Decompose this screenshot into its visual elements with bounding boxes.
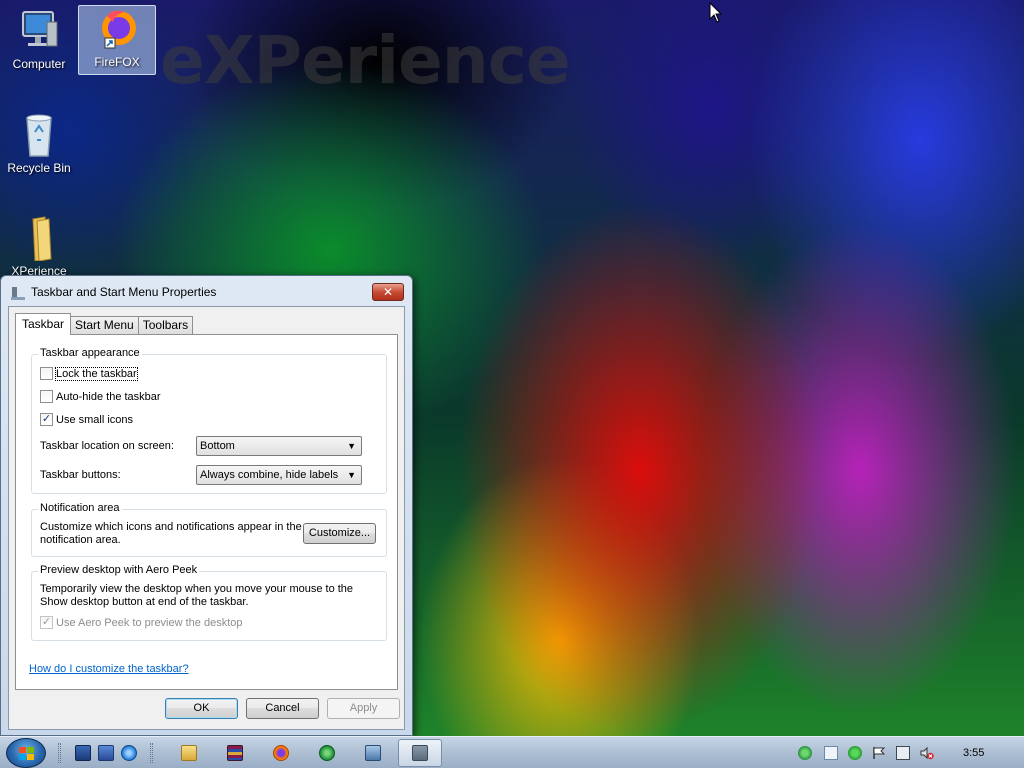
desktop-icon-firefox[interactable]: FireFOX <box>78 5 156 75</box>
desktop-icon-label: FireFOX <box>94 55 140 69</box>
chevron-down-icon: ▼ <box>347 441 356 451</box>
notification-description: Customize which icons and notifications … <box>40 521 302 547</box>
firefox-icon <box>93 6 141 52</box>
taskbar-separator <box>150 743 153 763</box>
checkbox-label: Use small icons <box>56 413 134 426</box>
desktop-icon-recycle-bin[interactable]: Recycle Bin <box>0 112 78 175</box>
action-center-flag-icon[interactable] <box>872 746 886 760</box>
security-icon[interactable] <box>848 746 862 760</box>
autohide-taskbar-checkbox[interactable] <box>40 390 53 403</box>
desktop-icon-folder[interactable]: XPerience <box>0 215 78 278</box>
mouse-cursor-icon <box>709 2 723 23</box>
show-desktop-icon[interactable] <box>75 745 91 761</box>
chevron-down-icon: ▼ <box>347 470 356 480</box>
network-icon[interactable] <box>798 746 812 760</box>
checkbox-label: Auto-hide the taskbar <box>56 390 161 403</box>
taskbar-properties-icon <box>412 745 428 761</box>
small-icons-checkbox[interactable]: ✓ <box>40 413 53 426</box>
network-globe-icon[interactable] <box>319 745 335 761</box>
firefox-icon[interactable] <box>273 745 289 761</box>
network-connection-icon[interactable] <box>896 746 910 760</box>
dialog-client-area: Taskbar Start Menu Toolbars Taskbar appe… <box>8 306 405 730</box>
autohide-taskbar-option[interactable]: Auto-hide the taskbar <box>40 390 161 403</box>
explorer-folder-icon[interactable] <box>181 745 197 761</box>
taskbar-properties-icon <box>11 287 25 300</box>
help-link[interactable]: How do I customize the taskbar? <box>29 663 189 675</box>
aero-peek-option: ✓ Use Aero Peek to preview the desktop <box>40 616 243 629</box>
tab-start-menu[interactable]: Start Menu <box>70 316 139 335</box>
taskbar-separator <box>58 743 61 763</box>
description-line: notification area. <box>40 534 121 546</box>
dialog-titlebar[interactable]: Taskbar and Start Menu Properties ✕ <box>1 276 412 306</box>
taskbar-button-active[interactable] <box>398 739 442 767</box>
cancel-button[interactable]: Cancel <box>246 698 319 719</box>
notepad-icon[interactable] <box>824 746 838 760</box>
close-button[interactable]: ✕ <box>372 283 404 301</box>
desktop-watermark: eXPerience <box>160 22 571 99</box>
aero-peek-checkbox: ✓ <box>40 616 53 629</box>
desktop-icon-label: Computer <box>12 57 66 71</box>
notification-area-group: Notification area Customize which icons … <box>31 502 387 557</box>
winrar-icon[interactable] <box>227 745 243 761</box>
taskbar: 3:55 <box>0 736 1024 768</box>
checkbox-label: Lock the taskbar <box>55 366 138 381</box>
dropdown-value: Bottom <box>200 440 235 452</box>
tab-toolbars[interactable]: Toolbars <box>137 316 194 335</box>
lock-taskbar-option[interactable]: Lock the taskbar <box>40 366 138 381</box>
group-label: Preview desktop with Aero Peek <box>38 564 200 576</box>
lock-taskbar-checkbox[interactable] <box>40 367 53 380</box>
taskbar-buttons-label: Taskbar buttons: <box>40 469 121 481</box>
group-label: Notification area <box>38 502 122 514</box>
windows-logo-icon <box>19 747 34 760</box>
description-line: Temporarily view the desktop when you mo… <box>40 583 354 595</box>
internet-explorer-icon[interactable] <box>121 745 137 761</box>
taskbar-tab-panel: Taskbar appearance Lock the taskbar Auto… <box>15 334 398 690</box>
taskbar-clock[interactable]: 3:55 <box>963 747 984 759</box>
checkbox-label: Use Aero Peek to preview the desktop <box>56 616 243 629</box>
dropdown-value: Always combine, hide labels <box>200 469 339 481</box>
desktop-icon-label: Recycle Bin <box>7 161 71 175</box>
small-icons-option[interactable]: ✓ Use small icons <box>40 413 133 426</box>
start-button[interactable] <box>6 738 46 768</box>
recycle-bin-icon <box>15 112 63 158</box>
description-line: Customize which icons and notifications … <box>40 521 302 533</box>
customize-button[interactable]: Customize... <box>303 523 376 544</box>
apply-button[interactable]: Apply <box>327 698 400 719</box>
taskbar-buttons-dropdown[interactable]: Always combine, hide labels ▼ <box>196 465 362 485</box>
ok-button[interactable]: OK <box>165 698 238 719</box>
folder-icon <box>15 215 63 262</box>
tab-taskbar[interactable]: Taskbar <box>15 313 72 335</box>
desktop-icon-computer[interactable]: Computer <box>0 8 78 71</box>
location-label: Taskbar location on screen: <box>40 440 174 452</box>
volume-muted-icon[interactable] <box>920 746 934 760</box>
location-dropdown[interactable]: Bottom ▼ <box>196 436 362 456</box>
network-tool-icon[interactable] <box>365 745 381 761</box>
description-line: Show desktop button at end of the taskba… <box>40 596 249 608</box>
taskbar-appearance-group: Taskbar appearance Lock the taskbar Auto… <box>31 347 387 494</box>
dialog-title: Taskbar and Start Menu Properties <box>31 285 217 299</box>
group-label: Taskbar appearance <box>38 347 142 359</box>
taskbar-properties-dialog: Taskbar and Start Menu Properties ✕ Task… <box>0 275 413 736</box>
tab-strip: Taskbar Start Menu Toolbars <box>15 313 194 335</box>
switch-windows-icon[interactable] <box>98 745 114 761</box>
computer-icon <box>15 8 63 54</box>
aero-peek-description: Temporarily view the desktop when you mo… <box>40 583 353 609</box>
aero-peek-group: Preview desktop with Aero Peek Temporari… <box>31 564 387 641</box>
